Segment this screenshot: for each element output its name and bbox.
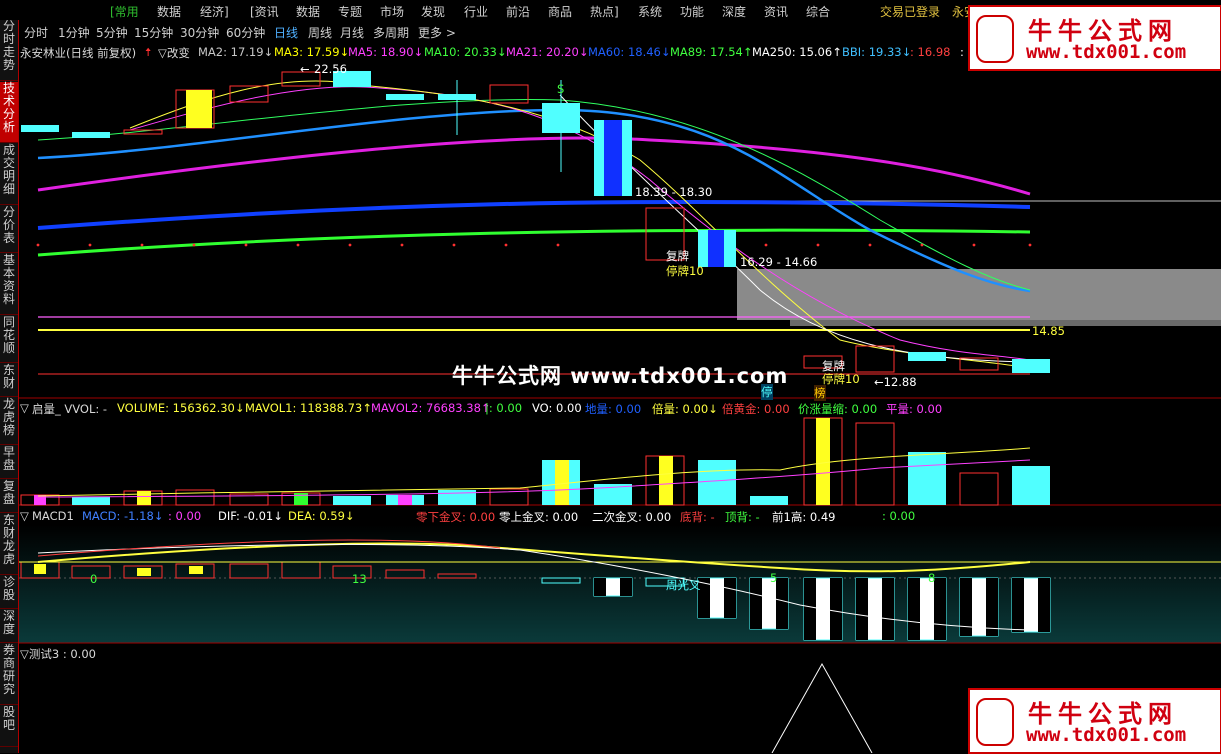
mavol2-line [37,459,1031,498]
legend-vo: VO: 0.00 [532,401,582,415]
macd-label-e: 8 [928,571,936,585]
logo-url: www.tdx001.com [1026,41,1187,63]
candle-highlight [186,90,212,128]
label-halt1: 停牌10 [666,264,704,278]
legend-pingliang: 平量: 0.00 [886,402,943,416]
candle [1012,359,1050,373]
label-right-price: 14.85 [1032,324,1065,338]
macd-label-c: 周光叉 [666,578,701,592]
legend-extra1: : 16.98 [910,45,951,59]
cow-icon [976,698,1014,746]
ma-green-thick [37,228,1031,257]
legend-qian1gao: 前1高: 0.49 [772,510,836,524]
candle-big-inner [604,120,622,196]
collapse-icon[interactable]: ▽ [20,509,29,523]
label-range2: 16.29 - 14.66 [740,255,818,269]
legend-diliang: 地量: 0.00 [585,402,642,416]
gray-zone-lower [790,320,1221,326]
label-halt2: 停牌10 [822,372,860,386]
legend-macd-extra2: : 0.00 [882,509,916,523]
watermark-text: 牛牛公式网 www.tdx001.com [452,364,789,388]
label-resume1: 复牌 [666,249,689,263]
candle [386,94,424,100]
candle [21,125,59,132]
stock-title: 永安林业(日线 前复权) [20,46,137,60]
legend-ma10: MA10: 20.33↓ [424,45,507,59]
legend-bbi: BBI: 19.33↓ [842,45,912,59]
test-legend: ▽测试3 : 0.00 [20,647,96,661]
legend-dingbei: 顶背: - [725,510,760,524]
legend-volume: VOLUME: 156362.30↓ [117,401,245,415]
volume-title: 启量_ VVOL: - [32,402,108,416]
legend-lingshangjincha: 零上金叉: 0.00 [499,510,579,524]
site-logo-bottom: 牛牛公式网 www.tdx001.com [968,688,1221,754]
legend-dea: DEA: 0.59↓ [288,509,355,523]
legend-ma89: MA89: 17.54↑ [670,45,753,59]
change-flag[interactable]: ▽改变 [158,45,190,61]
candle [908,352,946,361]
gray-zone [737,269,1221,320]
legend-dibei: 底背: - [680,510,715,524]
legend-dif: DIF: -0.01↓ [218,509,283,523]
candle-inner [708,230,724,267]
legend-beiliang: 倍量: 0.00↓ [652,402,718,416]
legend-jiazhangliangsuo: 价涨量缩: 0.00 [798,402,878,416]
legend-mavol1: MAVOL1: 118388.73↑ [245,401,372,415]
legend-ma5: MA5: 18.90↓ [348,45,424,59]
ma-magenta [37,136,1031,196]
legend-macd-extra: : 0.00 [168,509,202,523]
legend-ma60: MA60: 18.46↓ [588,45,671,59]
arrow-up-icon: 🠅 [145,45,152,59]
legend-lingxiajincha: 零下金叉: 0.00 [416,510,496,524]
logo-url: www.tdx001.com [1026,724,1187,746]
legend-macd: MACD: -1.18↓ [82,509,164,523]
volume-bars [20,417,1050,506]
legend-ma2: MA2: 17.19↓ [198,45,274,59]
legend-ercijincha: 二次金叉: 0.00 [592,510,672,524]
macd-label-b: 13 [352,572,367,586]
candle [72,132,110,138]
macd-label-d: 5 [770,571,778,585]
legend-mavol2: MAVOL2: 76683.38↑ [371,401,491,415]
mavol1-line [37,447,1031,497]
legend-ma21: MA21: 20.20↓ [506,45,589,59]
label-mark-bang: 榜 [814,385,826,401]
site-logo-top: 牛牛公式网 www.tdx001.com [968,5,1221,71]
macd-title: MACD1 [32,509,74,523]
test-triangle [771,662,873,753]
collapse-icon[interactable]: ▽ [20,401,29,415]
label-mark-s: S [557,82,565,96]
label-range1: 18.39 - 18.30 [635,185,713,199]
legend-beihuangjin: 倍黄金: 0.00 [722,402,790,416]
macd-label-a: 0 [90,572,98,586]
cow-icon [976,15,1014,63]
legend-ma250: MA250: 15.06↑ [752,45,842,59]
label-low: ←12.88 [874,375,917,389]
macd-legend: ▽ MACD1 MACD: -1.18↓ : 0.00 DIF: -0.01↓ … [20,509,1220,524]
legend-ma3: MA3: 17.59↓ [274,45,350,59]
volume-legend: ▽ 启量_ VVOL: - VOLUME: 156362.30↓ MAVOL1:… [20,401,1220,416]
legend-bar: |: 0.00 [485,401,523,415]
ma-blue-thick [37,199,1031,230]
